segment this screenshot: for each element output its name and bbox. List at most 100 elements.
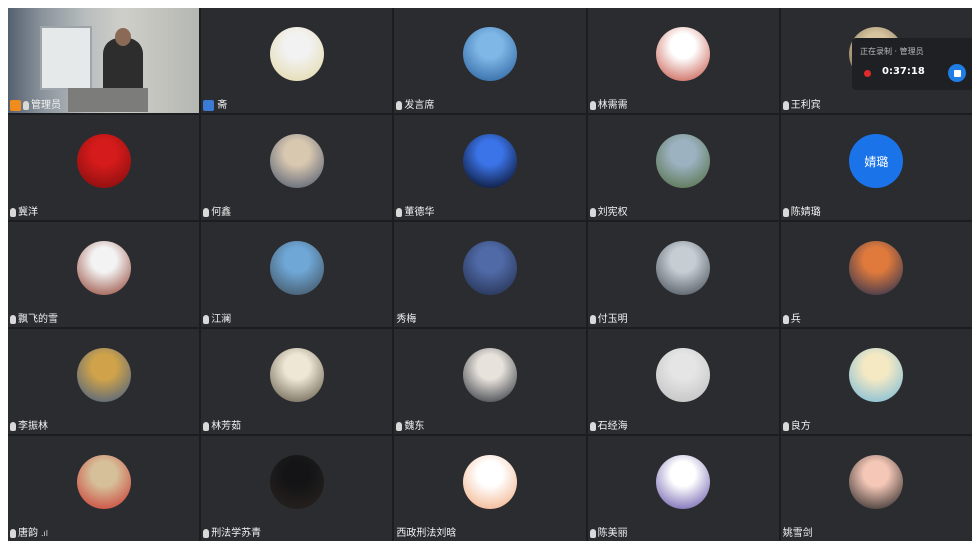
name-label-bar: 付玉明	[588, 312, 632, 327]
microphone-icon	[396, 422, 403, 431]
video-head	[115, 28, 131, 46]
microphone-icon	[782, 422, 789, 431]
microphone-icon	[782, 208, 789, 217]
participant-tile[interactable]: 江澜	[201, 222, 393, 327]
participant-grid: 管理员 斋 发言席 林需需 王利宾冀洋 何鑫 董德华 刘宪权 婧璐陈婧璐飘飞的雪 江澜 秀梅 付玉明 兵…	[8, 8, 972, 541]
participant-name: 良方	[790, 421, 811, 432]
video-person	[103, 38, 143, 93]
participant-name: 何鑫	[211, 207, 232, 218]
video-desk	[68, 88, 148, 112]
name-label-bar: 江澜	[201, 312, 235, 327]
name-label-bar: 刑法学苏青	[201, 526, 265, 541]
participant-name: 林芳茹	[211, 421, 242, 432]
microphone-icon	[589, 101, 596, 110]
participant-tile[interactable]: 飘飞的雪	[8, 222, 200, 327]
name-label-bar: 魏东	[394, 419, 428, 434]
name-label-bar: 李振林	[8, 419, 52, 434]
participant-tile[interactable]: 兵	[780, 222, 972, 327]
avatar	[76, 455, 131, 510]
participant-tile[interactable]: 石经海	[587, 329, 779, 434]
participant-tile[interactable]: 林芳茹	[201, 329, 393, 434]
name-label-bar: 姚雪剑	[781, 526, 817, 541]
participant-name: 刑法学苏青	[211, 528, 262, 539]
participant-name: 董德华	[404, 207, 435, 218]
microphone-icon	[396, 101, 403, 110]
participant-name: 王利宾	[790, 100, 821, 111]
participant-tile[interactable]: 刘宪权	[587, 115, 779, 220]
microphone-icon	[203, 208, 210, 217]
participant-name: 冀洋	[18, 207, 38, 218]
participant-tile[interactable]: 秀梅	[394, 222, 586, 327]
avatar	[656, 241, 711, 296]
participant-tile[interactable]: 管理员	[8, 8, 200, 113]
participant-name: 付玉明	[597, 314, 628, 325]
avatar	[656, 134, 711, 189]
name-label-bar: 何鑫	[201, 205, 235, 220]
name-label-bar: 刘宪权	[588, 205, 632, 220]
recording-timer: 0:37:18	[882, 66, 925, 77]
name-label-bar: 林需需	[588, 98, 632, 113]
avatar	[462, 348, 517, 403]
name-label-bar: 秀梅	[394, 312, 420, 327]
participant-tile[interactable]: 陈美丽	[587, 436, 779, 541]
participant-name: 飘飞的雪	[18, 314, 58, 325]
stop-recording-button[interactable]	[948, 64, 966, 82]
stop-icon	[953, 69, 961, 77]
avatar	[76, 134, 131, 189]
avatar	[849, 348, 904, 403]
avatar	[462, 134, 517, 189]
user-icon	[203, 100, 215, 111]
signal-strength-icon: .ıl	[41, 529, 48, 538]
participant-tile[interactable]: 发言席	[394, 8, 586, 113]
participant-tile[interactable]: 姚雪剑	[780, 436, 972, 541]
avatar	[462, 27, 517, 82]
participant-tile[interactable]: 良方	[780, 329, 972, 434]
microphone-icon	[589, 529, 596, 538]
video-board	[40, 26, 92, 90]
participant-name: 李振林	[18, 421, 48, 432]
name-label-bar: 王利宾	[781, 98, 825, 113]
microphone-icon	[10, 529, 16, 538]
name-label-bar: 飘飞的雪	[8, 312, 62, 327]
avatar	[656, 455, 711, 510]
participant-name: 发言席	[404, 100, 435, 111]
avatar	[462, 455, 517, 510]
participant-tile[interactable]: 何鑫	[201, 115, 393, 220]
participant-tile[interactable]: 婧璐陈婧璐	[780, 115, 972, 220]
participant-tile[interactable]: 冀洋	[8, 115, 200, 220]
microphone-icon	[396, 208, 403, 217]
microphone-icon	[10, 315, 16, 324]
avatar	[76, 241, 131, 296]
name-label-bar: 董德华	[394, 205, 438, 220]
participant-name: 林需需	[597, 100, 628, 111]
participant-tile[interactable]: 西政刑法刘晗	[394, 436, 586, 541]
avatar	[269, 455, 324, 510]
microphone-icon	[203, 422, 210, 431]
participant-tile[interactable]: 林需需	[587, 8, 779, 113]
name-label-bar: 西政刑法刘晗	[394, 526, 460, 541]
participant-tile[interactable]: 唐韵 .ıl	[8, 436, 200, 541]
microphone-icon	[589, 315, 596, 324]
name-label-bar: 斋	[201, 98, 231, 113]
participant-name: 陈婧璐	[790, 207, 821, 218]
participant-name: 石经海	[597, 421, 628, 432]
participant-tile[interactable]: 斋	[201, 8, 393, 113]
avatar	[849, 455, 904, 510]
avatar: 婧璐	[849, 134, 904, 189]
participant-tile[interactable]: 李振林	[8, 329, 200, 434]
avatar	[269, 241, 324, 296]
microphone-icon	[589, 208, 596, 217]
name-label-bar: 陈婧璐	[781, 205, 825, 220]
microphone-icon	[10, 422, 16, 431]
name-label-bar: 兵	[781, 312, 805, 327]
participant-tile[interactable]: 付玉明	[587, 222, 779, 327]
participant-tile[interactable]: 魏东	[394, 329, 586, 434]
participant-name: 秀梅	[396, 314, 417, 325]
microphone-icon	[203, 315, 210, 324]
recording-subtitle: 正在录制 · 管理员	[860, 47, 924, 56]
participant-tile[interactable]: 董德华	[394, 115, 586, 220]
participant-name: 斋	[217, 100, 228, 111]
participant-tile[interactable]: 刑法学苏青	[201, 436, 393, 541]
avatar	[849, 241, 904, 296]
participant-name: 江澜	[211, 314, 232, 325]
